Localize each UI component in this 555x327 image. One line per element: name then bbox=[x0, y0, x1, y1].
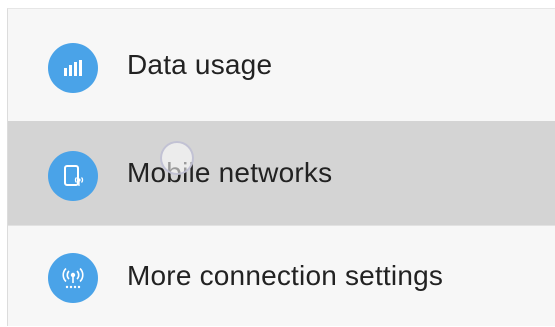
settings-item-label: Data usage bbox=[127, 49, 273, 80]
bar-chart-icon bbox=[48, 43, 98, 93]
settings-item-mobile-networks[interactable]: Mobile networks bbox=[8, 121, 555, 225]
settings-item-label: More connection settings bbox=[127, 260, 444, 291]
settings-list: Data usage Mobile networks More connecti… bbox=[7, 8, 555, 326]
mobile-signal-icon bbox=[48, 151, 98, 201]
settings-item-more-connection-settings[interactable]: More connection settings bbox=[8, 225, 555, 327]
antenna-icon bbox=[48, 253, 98, 303]
settings-item-data-usage[interactable]: Data usage bbox=[8, 9, 555, 121]
settings-item-label: Mobile networks bbox=[127, 157, 333, 188]
touch-indicator bbox=[160, 141, 194, 175]
